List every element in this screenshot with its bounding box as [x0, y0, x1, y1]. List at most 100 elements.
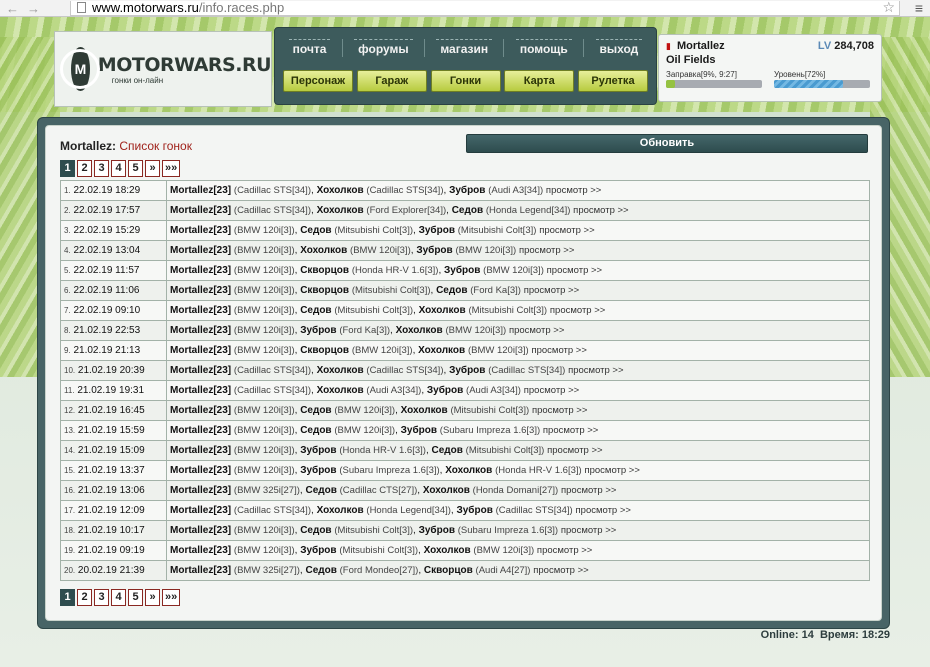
racer-name[interactable]: Mortallez[23] — [170, 485, 231, 496]
racer-name[interactable]: Хохолков — [317, 385, 364, 396]
racer-name[interactable]: Mortallez[23] — [170, 445, 231, 456]
racer-name[interactable]: Хохолков — [445, 465, 492, 476]
page-4[interactable]: 4 — [111, 589, 126, 606]
racer-name[interactable]: Mortallez[23] — [170, 225, 231, 236]
racer-name[interactable]: Седов — [305, 565, 336, 576]
nav-link-mail[interactable]: почта — [288, 38, 331, 58]
racer-name[interactable]: Зубров — [300, 545, 336, 556]
page-1[interactable]: 1 — [60, 589, 75, 606]
racer-name[interactable]: Седов — [300, 525, 331, 536]
nav-link-logout[interactable]: выход — [595, 38, 643, 58]
page-next[interactable]: » — [145, 160, 160, 177]
racer-name[interactable]: Mortallez[23] — [170, 265, 231, 276]
race-view-link[interactable]: просмотр >> — [546, 185, 601, 196]
race-view-link[interactable]: просмотр >> — [537, 545, 592, 556]
page-2[interactable]: 2 — [77, 589, 92, 606]
racer-name[interactable]: Седов — [300, 305, 331, 316]
page-3[interactable]: 3 — [94, 160, 109, 177]
racer-name[interactable]: Mortallez[23] — [170, 185, 231, 196]
racer-name[interactable]: Скворцов — [300, 345, 349, 356]
race-view-link[interactable]: просмотр >> — [573, 205, 628, 216]
page-last[interactable]: »» — [162, 589, 181, 606]
nav-button-races[interactable]: Гонки — [430, 70, 501, 92]
racer-name[interactable]: Зубров — [444, 265, 480, 276]
racer-name[interactable]: Хохолков — [300, 245, 347, 256]
race-view-link[interactable]: просмотр >> — [532, 405, 587, 416]
back-icon[interactable]: ← — [6, 2, 19, 15]
racer-name[interactable]: Зубров — [419, 225, 455, 236]
racer-name[interactable]: Зубров — [416, 245, 452, 256]
racer-name[interactable]: Mortallez[23] — [170, 465, 231, 476]
nav-link-forums[interactable]: форумы — [354, 38, 413, 58]
racer-name[interactable]: Хохолков — [317, 205, 364, 216]
nav-button-character[interactable]: Персонаж — [283, 70, 353, 92]
race-view-link[interactable]: просмотр >> — [531, 345, 586, 356]
forward-icon[interactable]: → — [27, 2, 40, 15]
page-5[interactable]: 5 — [128, 589, 143, 606]
url-text[interactable]: www.motorwars.ru/info.races.php — [92, 0, 284, 15]
racer-name[interactable]: Хохолков — [317, 365, 364, 376]
racer-name[interactable]: Седов — [452, 205, 483, 216]
racer-name[interactable]: Зубров — [300, 465, 336, 476]
race-view-link[interactable]: просмотр >> — [519, 245, 574, 256]
page-5[interactable]: 5 — [128, 160, 143, 177]
racer-name[interactable]: Зубров — [300, 445, 336, 456]
racer-name[interactable]: Хохолков — [317, 185, 364, 196]
browser-menu-icon[interactable]: ≡ — [908, 0, 930, 16]
race-view-link[interactable]: просмотр >> — [568, 365, 623, 376]
racer-name[interactable]: Хохолков — [418, 345, 465, 356]
racer-name[interactable]: Зубров — [300, 325, 336, 336]
racer-name[interactable]: Седов — [300, 425, 331, 436]
racer-name[interactable]: Седов — [436, 285, 467, 296]
racer-name[interactable]: Хохолков — [396, 325, 443, 336]
racer-name[interactable]: Зубров — [449, 185, 485, 196]
racer-name[interactable]: Седов — [432, 445, 463, 456]
address-bar[interactable]: www.motorwars.ru/info.races.php ☆ — [70, 0, 900, 16]
race-view-link[interactable]: просмотр >> — [576, 505, 631, 516]
race-view-link[interactable]: просмотр >> — [561, 525, 616, 536]
racer-name[interactable]: Mortallez[23] — [170, 385, 231, 396]
racer-name[interactable]: Mortallez[23] — [170, 305, 231, 316]
racer-name[interactable]: Mortallez[23] — [170, 505, 231, 516]
racer-name[interactable]: Скворцов — [300, 265, 349, 276]
page-last[interactable]: »» — [162, 160, 181, 177]
race-view-link[interactable]: просмотр >> — [550, 305, 605, 316]
racer-name[interactable]: Скворцов — [424, 565, 473, 576]
racer-name[interactable]: Mortallez[23] — [170, 325, 231, 336]
racer-name[interactable]: Скворцов — [300, 285, 349, 296]
page-next[interactable]: » — [145, 589, 160, 606]
race-view-link[interactable]: просмотр >> — [509, 325, 564, 336]
racer-name[interactable]: Хохолков — [401, 405, 448, 416]
nav-button-garage[interactable]: Гараж — [356, 70, 427, 92]
bookmark-star-icon[interactable]: ☆ — [882, 0, 899, 16]
racer-name[interactable]: Седов — [305, 485, 336, 496]
race-view-link[interactable]: просмотр >> — [524, 285, 579, 296]
race-view-link[interactable]: просмотр >> — [584, 465, 639, 476]
page-4[interactable]: 4 — [111, 160, 126, 177]
page-2[interactable]: 2 — [77, 160, 92, 177]
racer-name[interactable]: Зубров — [427, 385, 463, 396]
race-view-link[interactable]: просмотр >> — [547, 445, 602, 456]
race-view-link[interactable]: просмотр >> — [533, 565, 588, 576]
racer-name[interactable]: Mortallez[23] — [170, 205, 231, 216]
racer-name[interactable]: Mortallez[23] — [170, 565, 231, 576]
racer-name[interactable]: Mortallez[23] — [170, 365, 231, 376]
race-view-link[interactable]: просмотр >> — [539, 225, 594, 236]
racer-name[interactable]: Зубров — [449, 365, 485, 376]
racer-name[interactable]: Mortallez[23] — [170, 245, 231, 256]
nav-link-shop[interactable]: магазин — [436, 38, 493, 58]
racer-name[interactable]: Mortallez[23] — [170, 545, 231, 556]
page-3[interactable]: 3 — [94, 589, 109, 606]
racer-name[interactable]: Хохолков — [424, 545, 471, 556]
nav-link-help[interactable]: помощь — [515, 38, 572, 58]
racer-name[interactable]: Хохолков — [423, 485, 470, 496]
racer-name[interactable]: Mortallez[23] — [170, 405, 231, 416]
site-logo[interactable]: M MOTORWARS.RU гонки он-лайн — [54, 31, 272, 107]
racer-name[interactable]: Mortallez[23] — [170, 425, 231, 436]
racer-name[interactable]: Хохолков — [419, 305, 466, 316]
racer-name[interactable]: Зубров — [456, 505, 492, 516]
race-view-link[interactable]: просмотр >> — [547, 265, 602, 276]
racer-name[interactable]: Зубров — [419, 525, 455, 536]
racer-name[interactable]: Хохолков — [317, 505, 364, 516]
racer-name[interactable]: Седов — [300, 405, 331, 416]
